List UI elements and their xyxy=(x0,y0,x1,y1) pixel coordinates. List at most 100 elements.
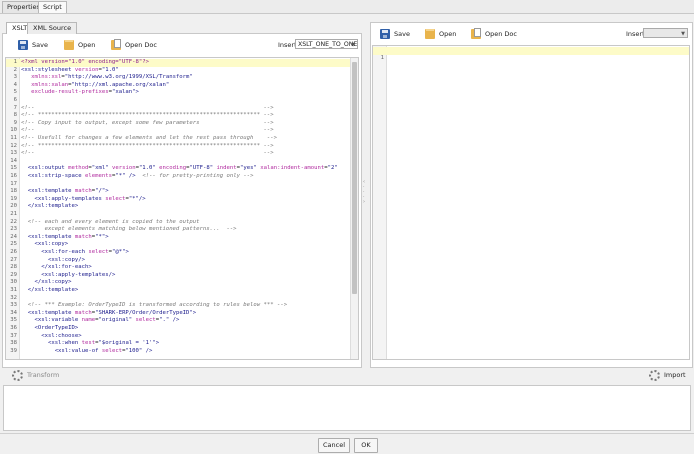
code-token: <!-- --> xyxy=(21,104,274,111)
chevron-down-icon: ▼ xyxy=(681,31,685,37)
line-number: 30 xyxy=(10,279,17,286)
line-number: 13 xyxy=(10,150,17,157)
line-number: 23 xyxy=(10,226,17,233)
code-token: exclude-result-prefixes xyxy=(31,89,109,96)
code-token: <xsl:variable xyxy=(34,317,82,324)
import-button[interactable]: Import xyxy=(649,368,686,382)
code-text: <!-- --> xyxy=(21,105,274,113)
code-token: except elements matching below mentioned… xyxy=(27,226,237,233)
code-line: 35 <xsl:variable name="original" select=… xyxy=(6,317,350,325)
code-line: 18 <xsl:template match="/"> xyxy=(6,188,350,196)
code-token: elements xyxy=(85,173,112,179)
left-save-button[interactable]: Save xyxy=(18,38,48,52)
line-number: 14 xyxy=(10,157,17,164)
tab-script[interactable]: Script xyxy=(38,1,67,13)
left-open-button[interactable]: Open xyxy=(64,38,95,52)
code-token: <xsl:apply-templates xyxy=(34,195,106,202)
code-text: <xsl:template match="SHARK-ERP/Order/Ord… xyxy=(21,310,196,318)
line-number: 27 xyxy=(10,256,17,263)
code-line: 14 xyxy=(6,158,350,166)
code-token: <xsl:stylesheet xyxy=(21,66,75,73)
line-number: 18 xyxy=(10,188,17,195)
code-text: <xsl:variable name="original" select="."… xyxy=(21,317,179,325)
line-number: 10 xyxy=(10,127,17,134)
code-text: </xsl:copy> xyxy=(21,279,71,287)
line-number: 34 xyxy=(10,309,17,316)
code-token: "@*"> xyxy=(111,249,129,255)
panel-splitter[interactable]: ‹ · · · › xyxy=(362,30,367,366)
code-line: 25 <xsl:copy> xyxy=(6,241,350,249)
line-number: 1 xyxy=(13,59,17,65)
code-line: 6 xyxy=(6,97,350,105)
code-line: 33 <!-- *** Example: OrderTypeID is tran… xyxy=(6,302,350,310)
code-line: 5 exclude-result-prefixes="xalan"> xyxy=(6,89,350,97)
message-area[interactable] xyxy=(3,385,691,431)
code-text: <?xml version="1.0" encoding="UTF-8"?> xyxy=(21,59,149,67)
code-token: /> xyxy=(145,347,153,354)
tab-xml-source[interactable]: XML Source xyxy=(27,22,78,34)
left-insert-select[interactable]: XSLT_ONE_TO_ONE ▼ xyxy=(295,39,358,49)
code-token: select xyxy=(135,317,156,324)
code-text: <xsl:when test="$original = '1'"> xyxy=(21,340,159,348)
right-insert-select[interactable]: ▼ xyxy=(643,28,688,38)
code-line: 9 <!-- Copy input to output, except some … xyxy=(6,120,350,128)
xslt-code-editor[interactable]: 1 <?xml version="1.0" encoding="UTF-8"?> 2… xyxy=(5,57,359,360)
left-open-doc-button[interactable]: Open Doc xyxy=(111,38,157,52)
transform-button[interactable]: Transform xyxy=(12,368,59,382)
line-number: 12 xyxy=(10,142,17,149)
ok-button[interactable]: OK xyxy=(354,438,378,453)
left-open-label: Open xyxy=(78,41,96,49)
code-line: 34 <xsl:template match="SHARK-ERP/Order/… xyxy=(6,310,350,318)
code-token: <!-- ***********************************… xyxy=(21,112,274,119)
line-number: 25 xyxy=(10,241,17,248)
code-text: <xsl:template match="/"> xyxy=(21,188,109,196)
code-line: 13 <!-- --> xyxy=(6,150,350,158)
gear-icon xyxy=(649,369,660,381)
code-token: <!-- each and every element is copied to… xyxy=(27,218,200,225)
left-editor-scrollbar[interactable] xyxy=(350,58,358,359)
code-line: 36 <OrderTypeID> xyxy=(6,325,350,333)
code-text: <!-- Copy input to output, except some f… xyxy=(21,120,274,128)
output-code-editor[interactable]: 1 xyxy=(372,45,690,360)
code-token: xmlns:xalan xyxy=(31,81,69,88)
code-line: 12 <!-- *********************************… xyxy=(6,143,350,151)
line-number: 1 xyxy=(380,54,384,61)
right-open-button[interactable]: Open xyxy=(425,27,456,41)
output-line: 1 xyxy=(373,47,689,61)
footer-divider xyxy=(0,433,694,434)
code-line: 21 xyxy=(6,211,350,219)
right-save-label: Save xyxy=(394,30,410,38)
open-folder-icon xyxy=(64,40,74,50)
code-text: <!-- each and every element is copied to… xyxy=(21,219,200,227)
line-number: 33 xyxy=(10,302,17,309)
code-line: 38 <xsl:when test="$original = '1'"> xyxy=(6,340,350,348)
code-token: match xyxy=(74,188,92,195)
code-text: xmlns:xsl="http://www.w3.org/1999/XSL/Tr… xyxy=(21,74,193,82)
code-token: "yes" xyxy=(240,165,261,172)
code-text: <!-- ***********************************… xyxy=(21,143,274,151)
code-token: "xalan"> xyxy=(111,89,139,96)
code-text: </xsl:for-each> xyxy=(21,264,92,272)
code-token: <xsl:template xyxy=(27,233,75,240)
left-scrollbar-thumb[interactable] xyxy=(352,62,357,294)
code-text: <xsl:template match="*"> xyxy=(21,234,109,242)
right-open-doc-button[interactable]: Open Doc xyxy=(471,27,517,41)
line-number: 36 xyxy=(10,325,17,331)
line-number: 39 xyxy=(10,347,17,354)
code-text: xmlns:xalan="http://xml.apache.org/xalan… xyxy=(21,82,169,90)
code-line: 16 <xsl:strip-space elements="*" /> <!--… xyxy=(6,173,350,181)
right-save-button[interactable]: Save xyxy=(380,27,410,41)
code-token: "original" xyxy=(98,317,136,324)
code-token: <xsl:apply-templates/> xyxy=(41,271,116,278)
cancel-button[interactable]: Cancel xyxy=(318,438,350,453)
code-token: "2" xyxy=(327,165,338,172)
